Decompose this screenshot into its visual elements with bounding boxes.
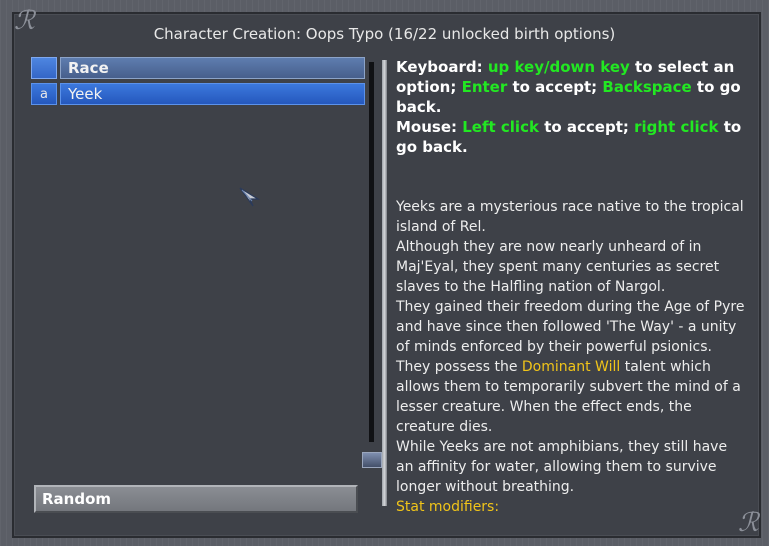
list-item-label: Yeek: [60, 83, 365, 105]
race-description: Yeeks are a mysterious race native to th…: [396, 197, 746, 517]
updown-keys: up key/down key: [487, 58, 630, 76]
controls-help: Keyboard: up key/down key to select an o…: [396, 57, 746, 157]
race-list: Race a Yeek: [31, 57, 365, 109]
stat-modifiers-heading: Stat modifiers:: [396, 499, 500, 515]
list-item-key: a: [31, 83, 57, 105]
backspace-key: Backspace: [602, 78, 692, 96]
list-header-label: Race: [60, 57, 365, 79]
talent-name: Dominant Will: [521, 359, 621, 375]
description-paragraph: They gained their freedom during the Age…: [396, 299, 745, 355]
list-item-yeek[interactable]: a Yeek: [31, 83, 365, 105]
random-button[interactable]: Random: [34, 485, 358, 513]
scrollbar-handle[interactable]: [362, 452, 382, 468]
description-paragraph: They possess the Dominant Will talent wh…: [396, 357, 746, 437]
description-paragraph: Yeeks are a mysterious race native to th…: [396, 199, 744, 235]
window-frame: ℛ ℛ Character Creation: Oops Typo (16/22…: [0, 0, 769, 546]
to-accept-text: to accept;: [544, 118, 629, 136]
enter-key: Enter: [461, 78, 508, 96]
list-header: Race: [31, 57, 365, 79]
description-paragraph: Although they are now nearly unheard of …: [396, 239, 720, 295]
panel-divider: [382, 60, 387, 506]
keyboard-label: Keyboard:: [396, 58, 483, 76]
to-accept-text: to accept;: [512, 78, 598, 96]
left-click-text: Left click: [462, 118, 539, 136]
list-scrollbar[interactable]: [369, 62, 374, 442]
list-header-key: [31, 57, 57, 79]
mouse-cursor-icon: [239, 187, 260, 207]
dialog-title: Character Creation: Oops Typo (16/22 unl…: [153, 25, 616, 43]
description-text: They possess the: [396, 359, 518, 375]
description-paragraph: While Yeeks are not amphibians, they sti…: [396, 439, 728, 495]
mouse-label: Mouse:: [396, 118, 458, 136]
right-click-text: right click: [634, 118, 719, 136]
